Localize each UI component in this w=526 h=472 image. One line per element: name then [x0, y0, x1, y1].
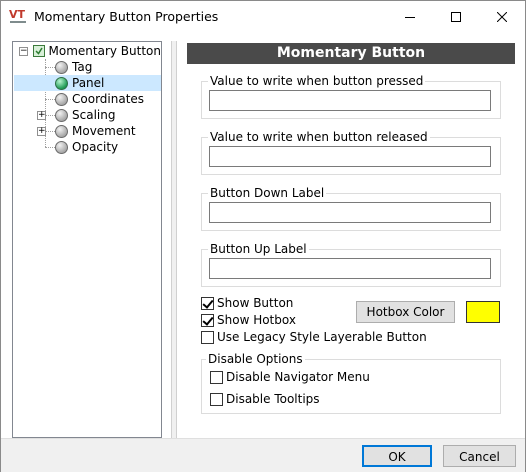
title-bar[interactable]: VT Momentary Button Properties: [1, 1, 525, 32]
tree-item-coordinates[interactable]: Coordinates: [55, 91, 161, 107]
show-button-checkbox[interactable]: Show Button: [201, 296, 293, 310]
node-ball-active-icon: [55, 76, 68, 90]
dialog-content: − Momentary Button Tag Panel Coordinates…: [1, 32, 525, 438]
node-ball-icon: [55, 92, 68, 106]
expand-expander[interactable]: +: [37, 127, 46, 136]
tree-connector: [45, 67, 55, 68]
legacy-style-label: Use Legacy Style Layerable Button: [217, 330, 427, 344]
cancel-button[interactable]: Cancel: [443, 445, 516, 467]
close-button[interactable]: [479, 1, 525, 32]
checkbox-box[interactable]: [201, 296, 214, 310]
tree-connector: [45, 131, 55, 132]
tree-connector: [45, 115, 55, 116]
minimize-button[interactable]: [387, 1, 433, 32]
panel-header: Momentary Button: [187, 43, 515, 64]
properties-dialog: VT Momentary Button Properties − Momenta…: [0, 0, 526, 472]
up-label-input[interactable]: [209, 258, 491, 279]
node-ball-icon: [55, 60, 68, 74]
tree-item-label: Panel: [72, 76, 105, 90]
disable-tooltips-checkbox[interactable]: Disable Tooltips: [210, 392, 320, 406]
legacy-style-checkbox[interactable]: Use Legacy Style Layerable Button: [201, 330, 427, 344]
pressed-value-input[interactable]: [209, 90, 491, 111]
show-hotbox-label: Show Hotbox: [217, 313, 296, 327]
disable-navigator-label: Disable Navigator Menu: [226, 370, 370, 384]
app-logo-icon: VT: [9, 7, 29, 25]
window-title: Momentary Button Properties: [34, 9, 219, 24]
dialog-footer: OK Cancel: [1, 438, 525, 472]
released-value-input[interactable]: [209, 146, 491, 167]
down-label-label: Button Down Label: [208, 186, 327, 200]
node-ball-icon: [55, 124, 68, 138]
tree-item-label: Opacity: [72, 140, 119, 154]
tree-connector: [45, 99, 55, 100]
checkbox-box[interactable]: [201, 313, 214, 327]
tree-item-label: Momentary Button: [48, 44, 161, 58]
tree-connector: [45, 147, 55, 148]
component-icon: [33, 45, 45, 57]
down-label-input[interactable]: [209, 202, 491, 223]
up-label-label: Button Up Label: [208, 242, 309, 256]
maximize-button[interactable]: [433, 1, 479, 32]
maximize-icon: [451, 11, 461, 22]
splitter[interactable]: [171, 41, 177, 438]
show-hotbox-checkbox[interactable]: Show Hotbox: [201, 313, 296, 327]
tree-item-panel[interactable]: Panel: [14, 75, 161, 91]
tree-item-opacity[interactable]: Opacity: [55, 139, 161, 155]
tree-item-momentary-button[interactable]: − Momentary Button: [19, 43, 161, 59]
ok-button[interactable]: OK: [362, 445, 432, 467]
disable-options-label: Disable Options: [206, 352, 305, 366]
checkbox-box[interactable]: [210, 370, 223, 384]
released-value-label: Value to write when button released: [208, 130, 430, 144]
hotbox-color-swatch[interactable]: [466, 301, 500, 323]
pressed-value-label: Value to write when button pressed: [208, 74, 426, 88]
collapse-expander[interactable]: −: [19, 46, 28, 56]
hotbox-color-button[interactable]: Hotbox Color: [356, 301, 455, 323]
checkbox-box[interactable]: [201, 330, 214, 344]
tree-item-label: Scaling: [72, 108, 116, 122]
tree-item-tag[interactable]: Tag: [55, 59, 161, 75]
show-button-label: Show Button: [217, 296, 294, 310]
tree-item-label: Coordinates: [72, 92, 145, 106]
tree-item-movement[interactable]: Movement: [55, 123, 161, 139]
tree-item-scaling[interactable]: Scaling: [55, 107, 161, 123]
tree-item-label: Tag: [72, 60, 93, 74]
app-logo-text: VT: [9, 8, 26, 21]
property-tree[interactable]: − Momentary Button Tag Panel Coordinates…: [12, 41, 162, 438]
node-ball-icon: [55, 108, 68, 122]
disable-navigator-checkbox[interactable]: Disable Navigator Menu: [210, 370, 370, 384]
tree-item-label: Movement: [72, 124, 136, 138]
node-ball-icon: [55, 140, 68, 154]
disable-tooltips-label: Disable Tooltips: [226, 392, 320, 406]
close-icon: [497, 11, 507, 22]
checkbox-box[interactable]: [210, 392, 223, 406]
expand-expander[interactable]: +: [37, 111, 46, 120]
minimize-icon: [405, 16, 415, 18]
